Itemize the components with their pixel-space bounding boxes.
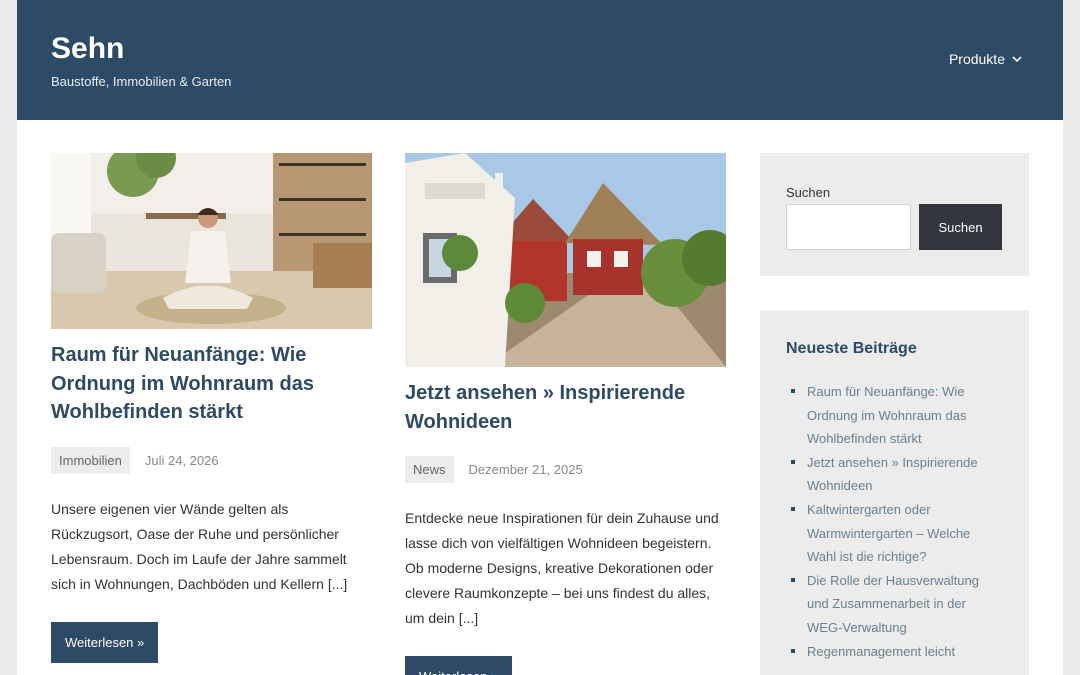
nav-produkte[interactable]: Produkte xyxy=(949,51,1023,67)
site-header: Sehn Baustoffe, Immobilien & Garten Prod… xyxy=(17,0,1063,120)
recent-posts-list: Raum für Neuanfänge: Wie Ordnung im Wohn… xyxy=(786,380,1003,663)
site-tagline: Baustoffe, Immobilien & Garten xyxy=(51,74,232,89)
category-badge[interactable]: Immobilien xyxy=(51,446,130,474)
post-excerpt: Unsere eigenen vier Wände gelten als Rüc… xyxy=(51,500,348,592)
site-title[interactable]: Sehn xyxy=(51,32,124,66)
post-card: Jetzt ansehen » Inspirierende Wohnideen … xyxy=(405,153,726,675)
post-meta: Immobilien Juli 24, 2026 xyxy=(51,446,372,474)
post-thumbnail-meditation[interactable] xyxy=(51,153,372,329)
recent-post-link[interactable]: Regenmanagement leicht xyxy=(786,640,1003,664)
post-thumbnail-houses[interactable] xyxy=(405,153,726,367)
recent-post-link[interactable]: Die Rolle der Hausverwaltung und Zusamme… xyxy=(786,569,1003,640)
read-more-button[interactable]: Weiterlesen » xyxy=(51,621,159,663)
main-content: Raum für Neuanfänge: Wie Ordnung im Wohn… xyxy=(17,120,1063,675)
search-widget: Suchen Suchen xyxy=(760,153,1029,276)
post-excerpt: Entdecke neue Inspirationen für dein Zuh… xyxy=(405,510,719,626)
search-input[interactable] xyxy=(786,204,911,250)
chevron-down-icon xyxy=(1012,56,1022,63)
post-date[interactable]: Juli 24, 2026 xyxy=(145,453,219,468)
search-button[interactable]: Suchen xyxy=(919,204,1002,250)
recent-posts-widget: Neueste Beiträge Raum für Neuanfänge: Wi… xyxy=(760,310,1029,675)
recent-post-link[interactable]: Kaltwintergarten oder Warmwintergarten –… xyxy=(786,498,1003,569)
read-more-button[interactable]: Weiterlesen » xyxy=(405,656,513,675)
recent-post-link[interactable]: Raum für Neuanfänge: Wie Ordnung im Wohn… xyxy=(786,380,1003,451)
post-meta: News Dezember 21, 2025 xyxy=(405,456,726,483)
post-title[interactable]: Raum für Neuanfänge: Wie Ordnung im Wohn… xyxy=(51,341,372,427)
post-date[interactable]: Dezember 21, 2025 xyxy=(469,462,583,477)
post-card: Raum für Neuanfänge: Wie Ordnung im Wohn… xyxy=(51,153,372,663)
nav-produkte-label: Produkte xyxy=(948,51,1005,67)
search-label: Suchen xyxy=(786,185,831,200)
post-title[interactable]: Jetzt ansehen » Inspirierende Wohnideen xyxy=(405,379,726,436)
recent-post-link[interactable]: Jetzt ansehen » Inspirierende Wohnideen xyxy=(786,451,1003,498)
category-badge[interactable]: News xyxy=(405,456,454,483)
widget-title: Neueste Beiträge xyxy=(786,340,917,357)
